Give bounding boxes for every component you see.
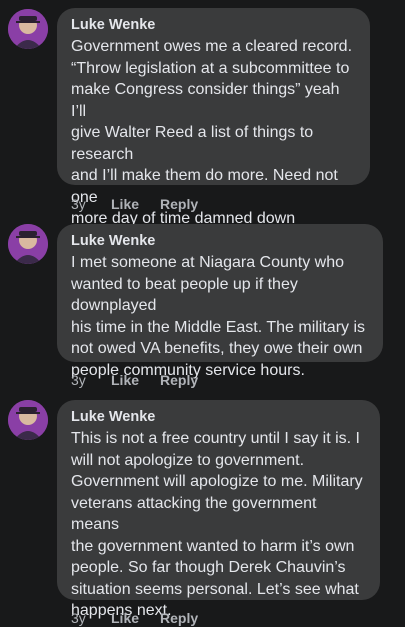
avatar-photo-icon	[8, 224, 48, 264]
comment-text: I met someone at Niagara County who want…	[71, 254, 366, 379]
comment-bubble: Luke Wenke Government owes me a cleared …	[57, 8, 370, 270]
comment-timestamp[interactable]: 3y	[71, 609, 111, 627]
comment-actions: 3y Like Reply	[71, 609, 198, 627]
like-button[interactable]: Like	[111, 195, 160, 213]
comment-actions: 3y Like Reply	[71, 195, 198, 213]
like-button[interactable]: Like	[111, 609, 160, 627]
comment-actions: 3y Like Reply	[71, 371, 198, 389]
comment-timestamp[interactable]: 3y	[71, 195, 111, 213]
avatar-photo-icon	[8, 400, 48, 440]
comment-bubble: Luke Wenke I met someone at Niagara Coun…	[57, 224, 383, 379]
avatar[interactable]	[8, 9, 48, 49]
comment-timestamp[interactable]: 3y	[71, 371, 111, 389]
reply-button[interactable]: Reply	[160, 609, 198, 627]
avatar[interactable]	[8, 400, 48, 440]
comment-text: This is not a free country until I say i…	[71, 430, 363, 619]
comment-author[interactable]: Luke Wenke	[71, 232, 369, 251]
comment-author[interactable]: Luke Wenke	[71, 16, 356, 35]
like-button[interactable]: Like	[111, 371, 160, 389]
reply-button[interactable]: Reply	[160, 371, 198, 389]
avatar-photo-icon	[8, 9, 48, 49]
comment-bubble: Luke Wenke This is not a free country un…	[57, 400, 380, 619]
reply-button[interactable]: Reply	[160, 195, 198, 213]
comment-author[interactable]: Luke Wenke	[71, 408, 366, 427]
avatar[interactable]	[8, 224, 48, 264]
